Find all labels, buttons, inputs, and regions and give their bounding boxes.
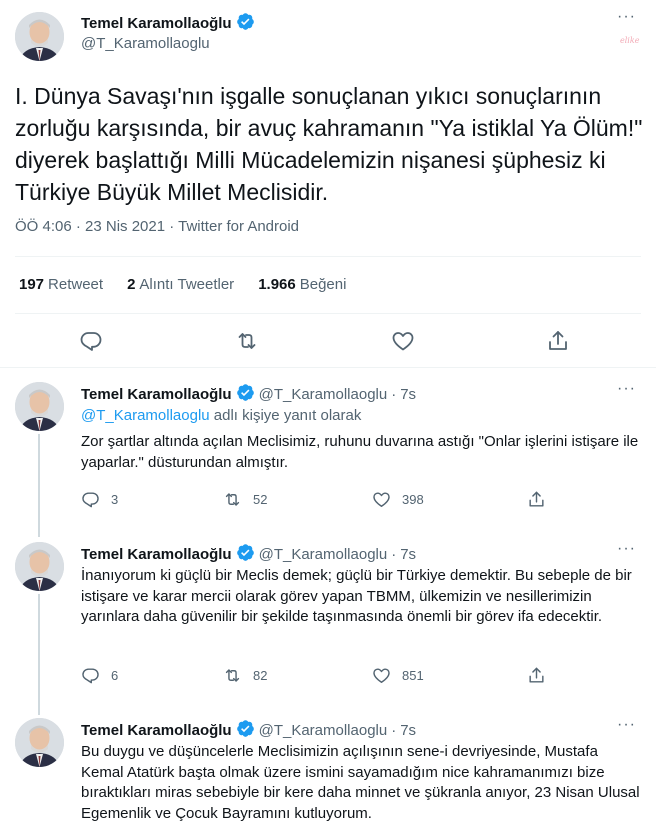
- retweet-button[interactable]: 52: [223, 490, 267, 509]
- divider: [15, 313, 641, 314]
- author-handle[interactable]: @T_Karamollaoglu: [259, 386, 388, 403]
- share-icon[interactable]: [546, 329, 570, 353]
- heart-icon: [373, 492, 390, 507]
- divider: [0, 367, 656, 368]
- heart-icon[interactable]: [391, 329, 415, 353]
- divider: [15, 256, 641, 257]
- reply-tweet[interactable]: Temel Karamollaoğlu @T_Karamollaoglu · 7…: [0, 534, 656, 714]
- tweet-actions: [0, 326, 656, 356]
- thread-line: [38, 710, 40, 715]
- reply-tweet[interactable]: Temel Karamollaoğlu @T_Karamollaoglu · 7…: [0, 374, 656, 534]
- reply-tweet[interactable]: Temel Karamollaoğlu @T_Karamollaoglu · 7…: [0, 710, 656, 832]
- avatar[interactable]: [15, 382, 64, 431]
- thread-line: [38, 434, 40, 534]
- retweets-stat[interactable]: 197 Retweet: [19, 276, 103, 293]
- avatar[interactable]: [15, 718, 64, 767]
- like-count: 398: [402, 492, 424, 507]
- reply-header: Temel Karamollaoğlu @T_Karamollaoglu · 7…: [81, 383, 416, 406]
- reply-header: Temel Karamollaoğlu @T_Karamollaoglu · 7…: [81, 543, 416, 566]
- author-name[interactable]: Temel Karamollaoğlu: [81, 546, 232, 563]
- main-tweet-header: Temel Karamollaoğlu @T_Karamollaoglu ···…: [0, 0, 656, 64]
- share-icon: [529, 491, 544, 507]
- reply-text: Bu duygu ve düşüncelerle Meclisimizin aç…: [81, 743, 640, 822]
- retweet-icon: [225, 493, 240, 506]
- author-name[interactable]: Temel Karamollaoğlu: [81, 386, 232, 403]
- author-name[interactable]: Temel Karamollaoğlu: [81, 722, 232, 739]
- verified-badge-icon: [236, 12, 255, 35]
- likes-stat[interactable]: 1.966 Beğeni: [258, 276, 346, 293]
- more-icon[interactable]: ···: [617, 716, 636, 734]
- separator-dot: ·: [391, 386, 397, 403]
- tweet-stats: 197 Retweet 2 Alıntı Tweetler 1.966 Beğeni: [19, 276, 346, 293]
- heart-icon: [373, 668, 390, 683]
- reply-text: Zor şartlar altında açılan Meclisimiz, r…: [81, 433, 639, 471]
- share-button[interactable]: [527, 490, 546, 509]
- author-handle[interactable]: @T_Karamollaoglu: [259, 722, 388, 739]
- timestamp[interactable]: 7s: [400, 386, 416, 403]
- reply-count: 6: [111, 668, 119, 683]
- avatar[interactable]: [15, 542, 64, 591]
- reply-text: İnanıyorum ki güçlü bir Meclis demek; gü…: [81, 567, 632, 625]
- more-icon[interactable]: ···: [617, 8, 636, 26]
- author-name-text: Temel Karamollaoğlu: [81, 15, 232, 32]
- reply-icon: [82, 492, 99, 508]
- watermark: elike: [620, 36, 640, 45]
- reply-button[interactable]: 6: [81, 666, 118, 685]
- share-icon: [529, 667, 544, 683]
- reply-count: 3: [111, 492, 119, 507]
- reply-to-label: adlı kişiye yanıt olarak: [209, 407, 362, 424]
- reply-context: @T_Karamollaoglu adlı kişiye yanıt olara…: [81, 407, 361, 424]
- share-button[interactable]: [527, 666, 546, 685]
- reply-header: Temel Karamollaoğlu @T_Karamollaoglu · 7…: [81, 719, 416, 742]
- timestamp[interactable]: 7s: [400, 722, 416, 739]
- verified-badge-icon: [236, 383, 255, 406]
- retweet-button[interactable]: 82: [223, 666, 267, 685]
- reply-icon: [82, 668, 99, 684]
- more-icon[interactable]: ···: [617, 540, 636, 558]
- retweet-count: 82: [253, 668, 268, 683]
- timestamp[interactable]: 7s: [400, 546, 416, 563]
- like-button[interactable]: 398: [372, 490, 424, 509]
- verified-badge-icon: [236, 543, 255, 566]
- reply-actions: 3 52 398: [81, 490, 561, 512]
- thread-line: [38, 594, 40, 714]
- separator-dot: ·: [391, 722, 397, 739]
- retweet-count: 52: [253, 492, 268, 507]
- thread-line: [38, 534, 40, 537]
- quotes-stat[interactable]: 2 Alıntı Tweetler: [127, 276, 234, 293]
- tweet-text: I. Dünya Savaşı'nın işgalle sonuçlanan y…: [15, 83, 643, 205]
- like-button[interactable]: 851: [372, 666, 424, 685]
- separator-dot: ·: [391, 546, 397, 563]
- verified-badge-icon: [236, 719, 255, 742]
- author-handle[interactable]: @T_Karamollaoglu: [259, 546, 388, 563]
- reply-icon[interactable]: [79, 329, 103, 353]
- reply-button[interactable]: 3: [81, 490, 118, 509]
- author-name[interactable]: Temel Karamollaoğlu: [81, 12, 255, 35]
- tweet-meta[interactable]: ÖÖ 4:06 · 23 Nis 2021 · Twitter for Andr…: [15, 218, 299, 235]
- reply-to-mention[interactable]: @T_Karamollaoglu: [81, 407, 210, 424]
- retweet-icon: [225, 669, 240, 682]
- avatar[interactable]: [15, 12, 64, 61]
- reply-actions: 6 82 851: [81, 666, 561, 688]
- retweet-icon[interactable]: [235, 329, 259, 353]
- more-icon[interactable]: ···: [617, 380, 636, 398]
- like-count: 851: [402, 668, 424, 683]
- author-handle[interactable]: @T_Karamollaoglu: [81, 35, 210, 52]
